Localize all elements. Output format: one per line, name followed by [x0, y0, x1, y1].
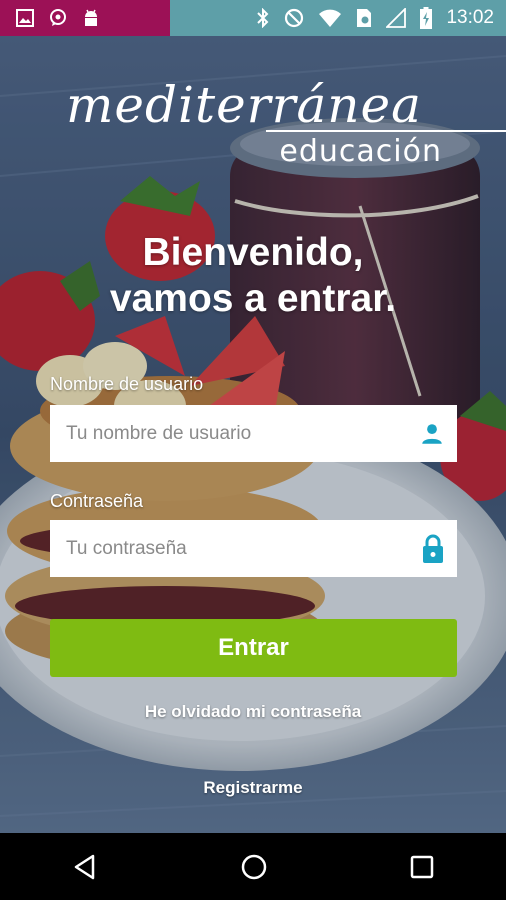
forgot-password-link[interactable]: He olvidado mi contraseña	[0, 702, 506, 722]
register-link[interactable]: Registrarme	[0, 778, 506, 798]
gallery-icon	[16, 9, 34, 27]
whatsapp-icon	[50, 9, 66, 26]
username-input[interactable]	[64, 421, 419, 446]
wifi-icon	[319, 9, 342, 27]
bluetooth-icon	[257, 8, 269, 28]
status-bar-notifications	[0, 0, 170, 36]
password-label: Contraseña	[50, 491, 144, 511]
user-icon	[422, 423, 442, 444]
brand-logo: mediterránea educación	[66, 76, 506, 172]
signal-icon	[386, 8, 407, 28]
battery-icon	[420, 7, 433, 29]
welcome-heading: Bienvenido, vamos a entrar.	[0, 230, 506, 322]
status-bar: 13:02	[0, 0, 506, 36]
username-field[interactable]	[50, 405, 457, 462]
navigation-bar	[0, 833, 506, 900]
sim-icon	[357, 9, 372, 27]
back-icon[interactable]	[71, 853, 99, 881]
password-field[interactable]	[50, 520, 457, 577]
recents-icon[interactable]	[409, 854, 435, 880]
welcome-line-1: Bienvenido,	[142, 231, 364, 274]
password-input[interactable]	[64, 536, 421, 561]
login-button[interactable]: Entrar	[50, 619, 457, 677]
status-bar-system: 13:02	[170, 0, 506, 36]
clock: 13:02	[446, 7, 494, 28]
home-icon[interactable]	[240, 853, 268, 881]
welcome-line-2: vamos a entrar.	[109, 277, 397, 320]
username-label: Nombre de usuario	[50, 374, 204, 394]
android-icon	[85, 9, 97, 26]
brand-tagline: educación	[279, 134, 442, 169]
do-not-disturb-icon	[285, 8, 304, 28]
lock-icon	[423, 534, 443, 563]
logo-divider	[266, 130, 506, 132]
brand-name: mediterránea	[66, 76, 422, 134]
